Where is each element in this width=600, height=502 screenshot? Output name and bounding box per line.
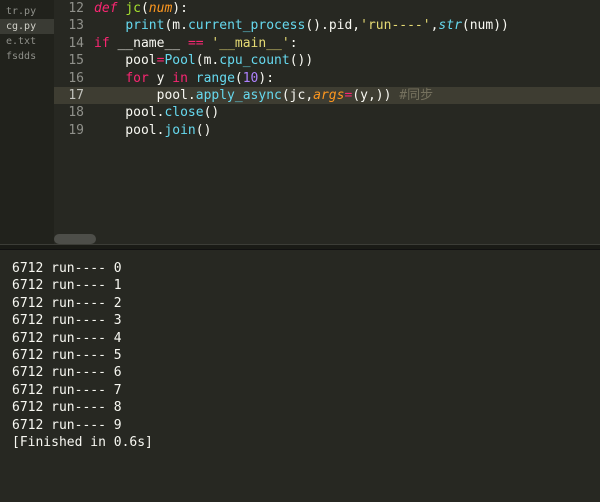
code-line[interactable]: print(m.current_process().pid,'run----',…: [94, 17, 600, 34]
code-line[interactable]: pool.apply_async(jc,args=(y,)) #同步: [94, 87, 600, 104]
code-line[interactable]: pool=Pool(m.cpu_count()): [94, 52, 600, 69]
code-line[interactable]: def jc(num):: [94, 0, 600, 17]
code-line[interactable]: for y in range(10):: [94, 70, 600, 87]
line-number: 12: [54, 0, 94, 17]
scrollbar-thumb[interactable]: [54, 234, 96, 244]
code-line[interactable]: if __name__ == '__main__':: [94, 35, 600, 52]
line-number: 14: [54, 35, 94, 52]
code-area[interactable]: def jc(num): print(m.current_process().p…: [94, 0, 600, 244]
output-console[interactable]: 6712 run---- 0 6712 run---- 1 6712 run--…: [0, 250, 600, 502]
line-number: 13: [54, 17, 94, 34]
sidebar-file[interactable]: tr.py: [0, 4, 54, 19]
sidebar-file[interactable]: cg.py: [0, 19, 54, 34]
horizontal-scrollbar[interactable]: [54, 234, 600, 244]
editor-pane: tr.pycg.pye.txtfsdds 1213141516171819 de…: [0, 0, 600, 244]
app-root: tr.pycg.pye.txtfsdds 1213141516171819 de…: [0, 0, 600, 502]
line-number: 17: [54, 87, 94, 104]
sidebar-file[interactable]: e.txt: [0, 34, 54, 49]
line-number: 15: [54, 52, 94, 69]
code-line[interactable]: pool.join(): [94, 122, 600, 139]
line-number: 16: [54, 70, 94, 87]
line-gutter: 1213141516171819: [54, 0, 94, 244]
code-line[interactable]: pool.close(): [94, 104, 600, 121]
open-files-sidebar: tr.pycg.pye.txtfsdds: [0, 0, 54, 244]
code-editor[interactable]: 1213141516171819 def jc(num): print(m.cu…: [54, 0, 600, 244]
sidebar-file[interactable]: fsdds: [0, 49, 54, 64]
line-number: 18: [54, 104, 94, 121]
line-number: 19: [54, 122, 94, 139]
